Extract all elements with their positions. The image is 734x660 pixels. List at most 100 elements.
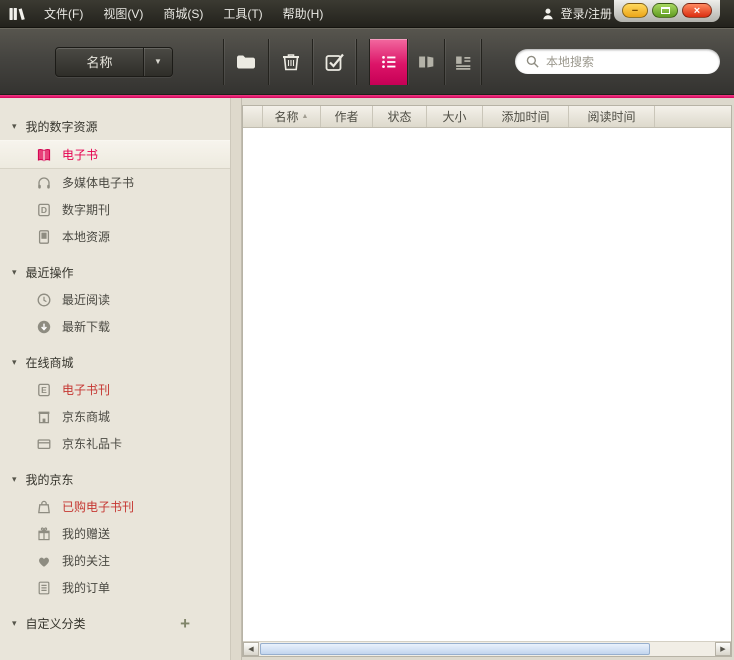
section-arrow-icon: ▾	[12, 121, 17, 132]
sidebar-item-recent-reading[interactable]: 最近阅读	[0, 286, 230, 313]
login-button[interactable]: 登录/注册	[541, 5, 612, 22]
section-arrow-icon: ▾	[12, 618, 17, 629]
sidebar-item-label: 电子书	[62, 146, 98, 163]
column-header-status[interactable]: 状态	[373, 106, 427, 127]
view-cover-button[interactable]	[407, 39, 444, 85]
section-header-custom-categories[interactable]: ▾ 自定义分类 +	[0, 610, 230, 637]
view-switcher-group	[369, 39, 482, 85]
section-header-recent-operations[interactable]: ▾ 最近操作	[0, 259, 230, 286]
column-label: 名称	[275, 108, 299, 125]
column-header-author[interactable]: 作者	[321, 106, 373, 127]
scroll-left-button[interactable]: ◀	[243, 642, 259, 656]
sidebar-item-jd-gift-card[interactable]: 京东礼品卡	[0, 430, 230, 457]
maximize-icon	[661, 7, 670, 14]
content-area: 名称 ▲ 作者 状态 大小 添加时间	[242, 98, 734, 660]
checkbox-check-icon	[322, 50, 347, 74]
sidebar-item-my-follows[interactable]: 我的关注	[0, 547, 230, 574]
section-header-my-digital-resources[interactable]: ▾ 我的数字资源	[0, 113, 230, 140]
sidebar-item-latest-downloads[interactable]: 最新下载	[0, 313, 230, 340]
section-header-my-jd[interactable]: ▾ 我的京东	[0, 466, 230, 493]
menu-view[interactable]: 视图(V)	[93, 0, 153, 28]
book-list-empty-area	[243, 128, 731, 641]
sidebar-item-label: 多媒体电子书	[62, 174, 134, 191]
table-header-row: 名称 ▲ 作者 状态 大小 添加时间	[243, 106, 731, 128]
sidebar-item-label: 最新下载	[62, 318, 110, 335]
section-title: 在线商城	[26, 354, 74, 371]
login-label: 登录/注册	[561, 5, 612, 22]
plus-icon: +	[180, 614, 190, 633]
sidebar-item-ebook-store[interactable]: E 电子书刊	[0, 376, 230, 403]
section-title: 自定义分类	[26, 615, 86, 632]
file-actions-group	[223, 39, 357, 85]
sidebar-item-label: 数字期刊	[62, 201, 110, 218]
heart-icon	[36, 553, 52, 569]
cover-view-icon	[415, 51, 437, 73]
sidebar-item-label: 京东商城	[62, 408, 110, 425]
sidebar: ▾ 我的数字资源 电子书 多媒体电子书 D 数字期刊 本地资源	[0, 98, 230, 660]
toolbar: 名称 ▼	[0, 28, 734, 94]
sidebar-item-label: 本地资源	[62, 228, 110, 245]
sidebar-item-my-orders[interactable]: 我的订单	[0, 574, 230, 601]
select-all-button[interactable]	[312, 39, 356, 85]
title-bar: 文件(F) 视图(V) 商城(S) 工具(T) 帮助(H) 登录/注册 − ×	[0, 0, 734, 28]
menu-tools[interactable]: 工具(T)	[213, 0, 272, 28]
journal-d-icon: D	[36, 202, 52, 218]
search-icon	[525, 54, 540, 69]
column-label: 作者	[334, 108, 358, 125]
search-input[interactable]	[546, 55, 710, 69]
close-icon: ×	[694, 5, 700, 17]
close-button[interactable]: ×	[682, 3, 712, 18]
section-header-online-store[interactable]: ▾ 在线商城	[0, 349, 230, 376]
sidebar-item-label: 京东礼品卡	[62, 435, 122, 452]
book-icon	[36, 147, 52, 163]
sidebar-scrollbar-track[interactable]	[230, 98, 242, 660]
section-my-jd: ▾ 我的京东 已购电子书刊 我的赠送 我的关注 我的订单	[0, 466, 230, 601]
column-label: 阅读时间	[587, 108, 635, 125]
sidebar-item-jd-mall[interactable]: 京东商城	[0, 403, 230, 430]
section-title: 我的京东	[26, 471, 74, 488]
column-header-added-time[interactable]: 添加时间	[483, 106, 569, 127]
sidebar-item-label: 我的赠送	[62, 525, 110, 542]
minimize-button[interactable]: −	[622, 3, 648, 18]
sidebar-item-multimedia-ebooks[interactable]: 多媒体电子书	[0, 169, 230, 196]
section-recent-operations: ▾ 最近操作 最近阅读 最新下载	[0, 259, 230, 340]
book-list-panel: 名称 ▲ 作者 状态 大小 添加时间	[242, 105, 732, 657]
menu-file[interactable]: 文件(F)	[34, 0, 93, 28]
horizontal-scrollbar[interactable]: ◀ ▶	[243, 641, 731, 656]
section-arrow-icon: ▾	[12, 357, 17, 368]
column-header-size[interactable]: 大小	[427, 106, 483, 127]
column-header-fill	[655, 106, 731, 127]
sidebar-item-local-resources[interactable]: 本地资源	[0, 223, 230, 250]
svg-text:E: E	[41, 385, 47, 395]
sidebar-item-purchased-ebooks[interactable]: 已购电子书刊	[0, 493, 230, 520]
view-list-button[interactable]	[370, 39, 407, 85]
sort-dropdown-arrow-button[interactable]: ▼	[143, 48, 172, 76]
sort-dropdown[interactable]: 名称 ▼	[55, 47, 173, 77]
sidebar-item-label: 我的订单	[62, 579, 110, 596]
sidebar-item-my-gifts[interactable]: 我的赠送	[0, 520, 230, 547]
import-folder-button[interactable]	[224, 39, 268, 85]
sidebar-item-ebooks[interactable]: 电子书	[0, 140, 230, 169]
add-category-button[interactable]: +	[180, 617, 190, 631]
view-detail-button[interactable]	[444, 39, 481, 85]
scroll-right-button[interactable]: ▶	[715, 642, 731, 656]
maximize-button[interactable]	[652, 3, 678, 18]
section-title: 最近操作	[26, 264, 74, 281]
column-header-name[interactable]: 名称 ▲	[263, 106, 321, 127]
minimize-icon: −	[632, 5, 638, 17]
section-arrow-icon: ▾	[12, 267, 17, 278]
column-header-spacer	[243, 106, 263, 127]
delete-button[interactable]	[268, 39, 312, 85]
user-icon	[541, 7, 555, 21]
menu-store[interactable]: 商城(S)	[153, 0, 213, 28]
device-icon	[36, 229, 52, 245]
section-arrow-icon: ▾	[12, 474, 17, 485]
search-box	[515, 49, 720, 74]
svg-text:D: D	[41, 205, 47, 215]
column-header-read-time[interactable]: 阅读时间	[569, 106, 655, 127]
column-label: 添加时间	[501, 108, 549, 125]
menu-help[interactable]: 帮助(H)	[273, 0, 334, 28]
sidebar-item-digital-journals[interactable]: D 数字期刊	[0, 196, 230, 223]
section-my-digital-resources: ▾ 我的数字资源 电子书 多媒体电子书 D 数字期刊 本地资源	[0, 113, 230, 250]
scrollbar-thumb[interactable]	[260, 643, 650, 655]
